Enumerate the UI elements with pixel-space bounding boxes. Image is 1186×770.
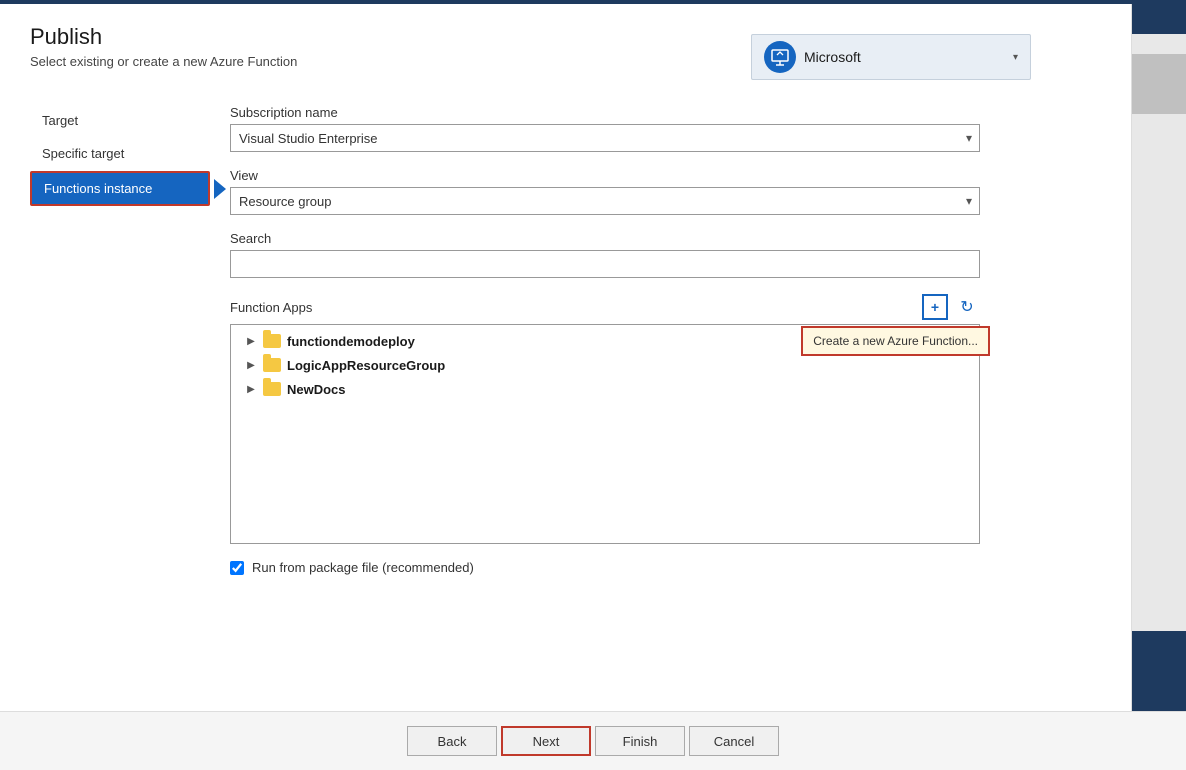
folder-icon-2 <box>263 358 281 372</box>
view-select-wrapper: Resource group <box>230 187 980 215</box>
folder-icon-3 <box>263 382 281 396</box>
tree-item-label-3: NewDocs <box>287 382 346 397</box>
function-apps-header: Function Apps + ↻ Create a new Azure Fun… <box>230 294 980 320</box>
scrollbar-thumb[interactable] <box>1132 54 1186 114</box>
function-apps-section: Function Apps + ↻ Create a new Azure Fun… <box>230 294 1101 544</box>
create-function-tooltip: Create a new Azure Function... <box>801 326 990 356</box>
tree-item-3[interactable]: ▶ NewDocs <box>231 377 979 401</box>
account-dropdown-icon[interactable]: ▾ <box>1013 52 1018 63</box>
account-bar[interactable]: Microsoft ▾ <box>751 34 1031 80</box>
folder-icon-1 <box>263 334 281 348</box>
search-label: Search <box>230 231 1101 246</box>
sidebar-scrollbar[interactable] <box>1132 34 1186 631</box>
subscription-select-wrapper: Visual Studio Enterprise <box>230 124 980 152</box>
subscription-label: Subscription name <box>230 105 1101 120</box>
function-apps-label: Function Apps <box>230 300 312 315</box>
nav-item-target[interactable]: Target <box>30 105 210 136</box>
search-group: Search <box>230 231 1101 278</box>
sidebar-top-bar <box>1132 4 1186 34</box>
checkbox-label: Run from package file (recommended) <box>252 560 474 575</box>
refresh-button[interactable]: ↻ <box>954 294 980 320</box>
sidebar-bottom-bar <box>1132 631 1186 711</box>
tree-item-label-2: LogicAppResourceGroup <box>287 358 445 373</box>
expand-icon-1: ▶ <box>243 333 259 349</box>
package-file-checkbox[interactable] <box>230 561 244 575</box>
expand-icon-3: ▶ <box>243 381 259 397</box>
expand-icon-2: ▶ <box>243 357 259 373</box>
function-apps-actions: + ↻ Create a new Azure Function... <box>922 294 980 320</box>
tree-item-label-1: functiondemodeploy <box>287 334 415 349</box>
right-form: Subscription name Visual Studio Enterpri… <box>230 105 1101 691</box>
account-icon <box>764 41 796 73</box>
nav-item-specific-target[interactable]: Specific target <box>30 138 210 169</box>
back-button[interactable]: Back <box>407 726 497 756</box>
right-sidebar <box>1131 4 1186 711</box>
subscription-select[interactable]: Visual Studio Enterprise <box>230 124 980 152</box>
bottom-buttons: Back Next Finish Cancel <box>0 711 1186 770</box>
finish-button[interactable]: Finish <box>595 726 685 756</box>
view-select[interactable]: Resource group <box>230 187 980 215</box>
add-function-button[interactable]: + <box>922 294 948 320</box>
subscription-group: Subscription name Visual Studio Enterpri… <box>230 105 1101 152</box>
left-nav: Target Specific target Functions instanc… <box>30 105 230 691</box>
next-button[interactable]: Next <box>501 726 591 756</box>
account-name: Microsoft <box>804 49 1005 65</box>
cancel-button[interactable]: Cancel <box>689 726 779 756</box>
function-apps-list[interactable]: ▶ functiondemodeploy ▶ LogicAppResourceG… <box>230 324 980 544</box>
tree-item-2[interactable]: ▶ LogicAppResourceGroup <box>231 353 979 377</box>
nav-item-functions-instance[interactable]: Functions instance <box>30 171 210 206</box>
view-label: View <box>230 168 1101 183</box>
checkbox-row: Run from package file (recommended) <box>230 560 1101 575</box>
search-input[interactable] <box>230 250 980 278</box>
view-group: View Resource group <box>230 168 1101 215</box>
